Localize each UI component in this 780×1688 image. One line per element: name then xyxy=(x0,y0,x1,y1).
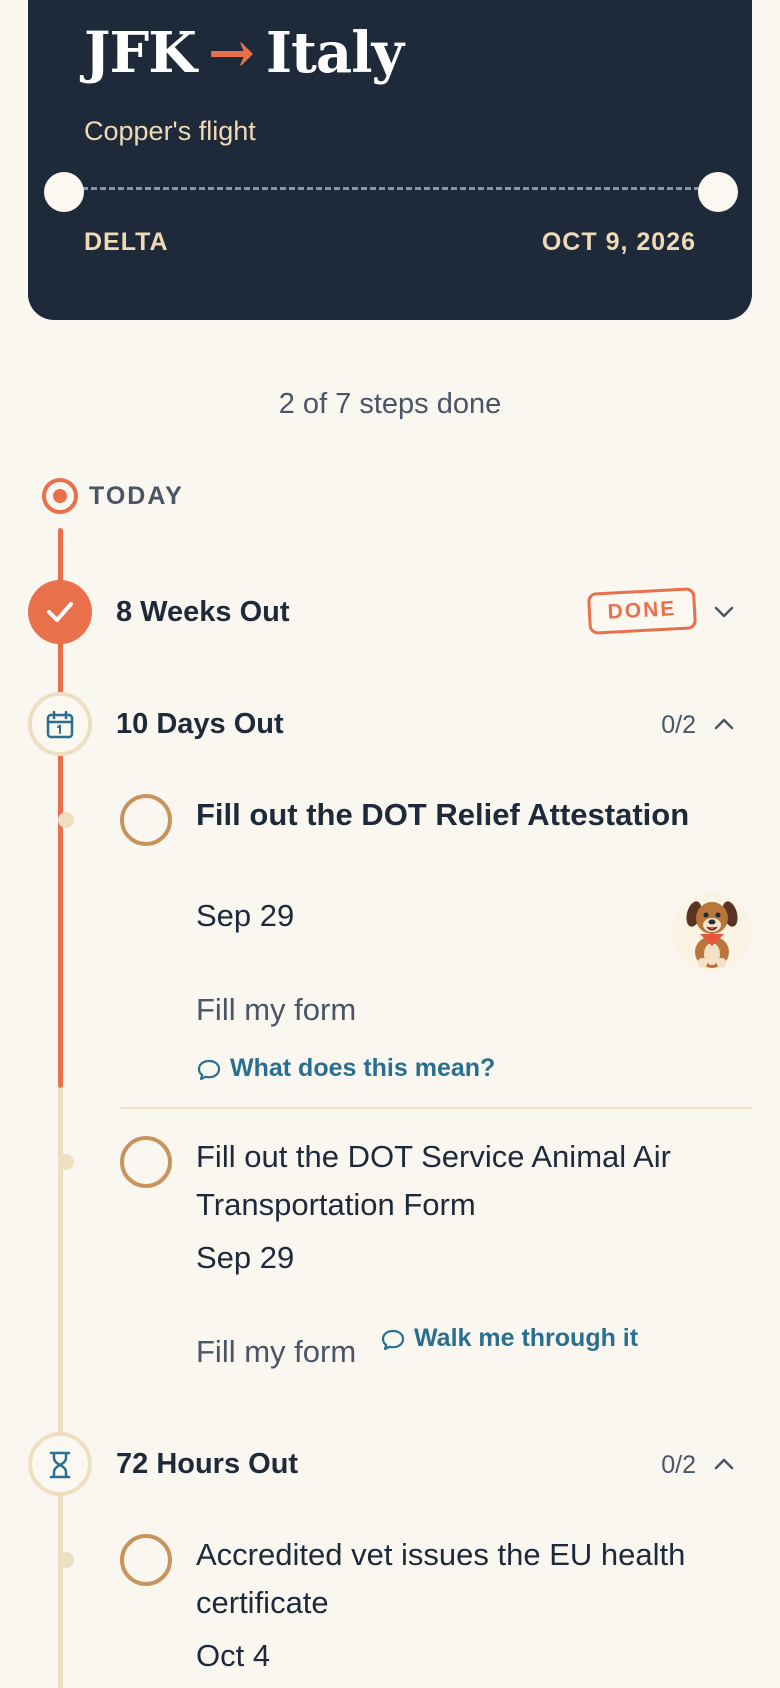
task-date: Sep 29 xyxy=(196,1240,295,1275)
route-start-dot xyxy=(44,172,84,212)
task-date: Oct 4 xyxy=(196,1638,271,1673)
dog-avatar xyxy=(672,892,752,972)
route-dashed-line xyxy=(64,187,718,190)
hourglass-icon xyxy=(28,1432,92,1496)
task-dot xyxy=(58,812,74,828)
chevron-down-icon[interactable] xyxy=(712,600,736,624)
milestone-title[interactable]: 8 Weeks Out xyxy=(116,596,290,629)
flight-date: OCT 9, 2026 xyxy=(541,228,696,256)
chevron-up-icon[interactable] xyxy=(712,1452,736,1476)
check-icon xyxy=(28,580,92,644)
fill-form-button[interactable]: Fill my form xyxy=(196,1334,356,1370)
fill-form-button[interactable]: Fill my form xyxy=(196,992,356,1028)
task-dot xyxy=(58,1154,74,1170)
today-marker-icon xyxy=(42,478,78,514)
milestone-title[interactable]: 10 Days Out xyxy=(116,708,284,741)
help-link-label: Walk me through it xyxy=(414,1324,639,1352)
help-link[interactable]: Walk me through it xyxy=(380,1324,638,1353)
trip-header-card: JFK → Italy Copper's flight DELTA OCT 9, 2… xyxy=(28,0,752,320)
task-divider xyxy=(120,1107,752,1109)
today-label: TODAY xyxy=(89,482,184,510)
origin-label: JFK xyxy=(84,20,197,86)
task-checkbox[interactable] xyxy=(120,1136,172,1188)
help-link[interactable]: What does this mean? xyxy=(196,1054,495,1083)
destination-label: Italy xyxy=(265,20,404,86)
chat-bubble-icon xyxy=(381,1329,405,1351)
timeline-rail xyxy=(58,1088,63,1688)
progress-summary: 2 of 7 steps done xyxy=(278,388,502,420)
airline-label: DELTA xyxy=(84,228,169,256)
chat-bubble-icon xyxy=(197,1059,221,1081)
trip-subtitle: Copper's flight xyxy=(84,116,256,146)
milestone-count: 0/2 xyxy=(661,1451,696,1479)
trip-route-title: JFK → Italy xyxy=(84,20,404,86)
task-dot xyxy=(58,1552,74,1568)
done-badge: DONE xyxy=(586,587,698,635)
route-arrow-icon: → xyxy=(207,20,255,86)
chevron-up-icon[interactable] xyxy=(712,712,736,736)
task-checkbox[interactable] xyxy=(120,794,172,846)
task-date: Sep 29 xyxy=(196,898,295,933)
task-title: Fill out the DOT Relief Attestation xyxy=(196,797,690,832)
milestone-title[interactable]: 72 Hours Out xyxy=(116,1448,298,1481)
milestone-count: 0/2 xyxy=(661,711,696,739)
task-title: Fill out the DOT Service Animal Air Tran… xyxy=(196,1139,671,1222)
route-end-dot xyxy=(698,172,738,212)
help-link-label: What does this mean? xyxy=(230,1054,496,1082)
task-checkbox[interactable] xyxy=(120,1534,172,1586)
task-title: Accredited vet issues the EU health cert… xyxy=(196,1537,686,1620)
calendar-icon xyxy=(28,692,92,756)
